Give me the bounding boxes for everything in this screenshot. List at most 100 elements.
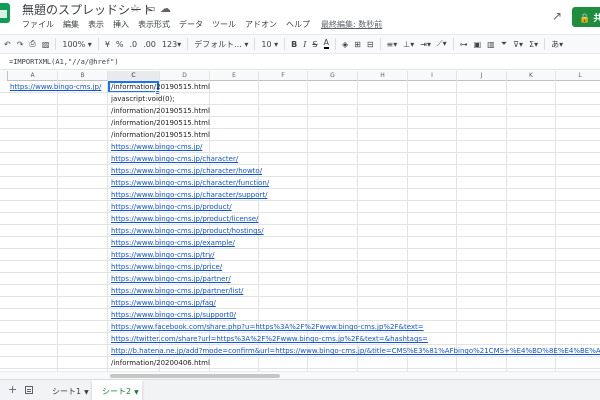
column-header-row: ABCDEFGHIJKL <box>0 71 600 81</box>
cell-c18[interactable]: https://www.bingo-cms.jp/partner/list/ <box>111 285 243 297</box>
row-gridline <box>0 200 600 201</box>
bold-button[interactable]: B <box>291 40 297 49</box>
formula-input[interactable]: =IMPORTXML(A1,"//a/@href") <box>9 58 119 66</box>
vertical-align-icon[interactable]: ⊥▾ <box>403 40 414 49</box>
paint-format-icon[interactable]: ▨ <box>42 40 50 49</box>
menu-edit[interactable]: 編集 <box>63 19 79 33</box>
formula-bar[interactable]: =IMPORTXML(A1,"//a/@href") <box>0 55 600 70</box>
currency-button[interactable]: ¥ <box>105 40 110 49</box>
column-header-l[interactable]: L <box>556 71 600 81</box>
font-size-select[interactable]: 10 ▾ <box>261 40 278 49</box>
tab-sheet2[interactable]: シート2 ▼ <box>92 380 142 400</box>
menu-view[interactable]: 表示 <box>88 19 104 33</box>
last-edit-link[interactable]: 最終編集: 数秒前 <box>321 19 382 33</box>
menu-file[interactable]: ファイル <box>22 19 54 33</box>
column-header-d[interactable]: D <box>160 71 210 81</box>
font-select[interactable]: デフォルト... ▾ <box>194 39 248 50</box>
spreadsheet-grid[interactable]: ABCDEFGHIJKL https://www.bingo-cms.jp//i… <box>0 71 600 371</box>
column-header-c[interactable]: C <box>108 71 160 81</box>
row-gridline <box>0 176 600 177</box>
column-header-h[interactable]: H <box>358 71 408 81</box>
print-icon[interactable]: ⎙ <box>29 39 35 49</box>
cell-c9[interactable]: https://www.bingo-cms.jp/character/funct… <box>111 177 269 189</box>
cell-c14[interactable]: https://www.bingo-cms.jp/example/ <box>111 237 235 249</box>
menu-insert[interactable]: 挿入 <box>113 19 129 33</box>
menu-format[interactable]: 表示形式 <box>138 19 170 33</box>
cell-c15[interactable]: https://www.bingo-cms.jp/try/ <box>111 249 214 261</box>
scrollbar-thumb[interactable] <box>110 374 280 378</box>
menu-help[interactable]: ヘルプ <box>286 19 310 33</box>
cell-a1[interactable]: https://www.bingo-cms.jp/ <box>10 81 101 93</box>
text-rotate-icon[interactable]: ⟋▾ <box>437 39 447 49</box>
decimal-decrease-button[interactable]: .0 <box>130 40 138 49</box>
menu-tools[interactable]: ツール <box>212 19 236 33</box>
insert-comment-icon[interactable]: ▣ <box>474 40 482 49</box>
cell-c16[interactable]: https://www.bingo-cms.jp/price/ <box>111 261 222 273</box>
more-formats-button[interactable]: 123▾ <box>162 40 181 49</box>
cell-c12[interactable]: https://www.bingo-cms.jp/product/license… <box>111 213 258 225</box>
column-header-k[interactable]: K <box>507 71 556 81</box>
text-wrap-icon[interactable]: ⇥▾ <box>420 40 431 49</box>
column-header-b[interactable]: B <box>58 71 108 81</box>
cell-c17[interactable]: https://www.bingo-cms.jp/partner/ <box>111 273 231 285</box>
undo-icon[interactable]: ↶ <box>4 40 11 49</box>
cell-c22[interactable]: https://twitter.com/share?url=https%3A%2… <box>111 333 428 345</box>
cell-c4[interactable]: /information/20190515.html <box>111 117 210 129</box>
functions-button[interactable]: Σ▾ <box>529 40 538 49</box>
cell-c8[interactable]: https://www.bingo-cms.jp/character/howto… <box>111 165 262 177</box>
text-color-button[interactable]: A <box>323 39 329 49</box>
cell-c11[interactable]: https://www.bingo-cms.jp/product/ <box>111 201 232 213</box>
horizontal-align-icon[interactable]: ≡▾ <box>387 40 398 49</box>
cell-c5[interactable]: /information/20190515.html <box>111 129 210 141</box>
folder-icon[interactable]: ▭ <box>145 2 155 15</box>
cell-c3[interactable]: /information/20190515.html <box>111 105 210 117</box>
cell-c13[interactable]: https://www.bingo-cms.jp/product/hosting… <box>111 225 264 237</box>
menu-data[interactable]: データ <box>179 19 203 33</box>
cell-c23[interactable]: http://b.hatena.ne.jp/add?mode=confirm&u… <box>111 345 600 357</box>
italic-button[interactable]: I <box>303 40 306 49</box>
horizontal-scrollbar[interactable] <box>0 371 600 379</box>
fill-color-icon[interactable]: ◈ <box>342 40 348 49</box>
toolbar-divider <box>187 38 189 50</box>
column-header-g[interactable]: G <box>308 71 358 81</box>
decimal-increase-button[interactable]: .00 <box>143 40 156 49</box>
redo-icon[interactable]: ↷ <box>17 40 24 49</box>
select-all-corner[interactable] <box>0 71 8 81</box>
cell-c21[interactable]: https://www.facebook.com/share.php?u=htt… <box>111 321 424 333</box>
cell-c10[interactable]: https://www.bingo-cms.jp/character/suppo… <box>111 189 267 201</box>
column-header-e[interactable]: E <box>210 71 259 81</box>
borders-icon[interactable]: ⊞ <box>354 40 361 49</box>
strikethrough-button[interactable]: S <box>312 40 317 49</box>
add-sheet-icon[interactable]: + <box>8 383 17 396</box>
tab-sheet1[interactable]: シート1 ▼ <box>42 380 92 400</box>
column-header-f[interactable]: F <box>259 71 308 81</box>
star-icon[interactable]: ☆ <box>130 2 140 15</box>
percent-button[interactable]: % <box>116 40 124 49</box>
insert-link-icon[interactable]: ⊶ <box>460 40 468 49</box>
cell-c7[interactable]: https://www.bingo-cms.jp/character/ <box>111 153 238 165</box>
cell-c20[interactable]: https://www.bingo-cms.jp/support0/ <box>111 309 236 321</box>
column-header-a[interactable]: A <box>8 71 58 81</box>
toolbar-divider <box>544 38 546 50</box>
merge-cells-icon[interactable]: ⊟ <box>367 40 374 49</box>
all-sheets-icon[interactable] <box>25 386 33 394</box>
cell-area[interactable]: https://www.bingo-cms.jp//information/20… <box>0 81 600 371</box>
cell-c6[interactable]: https://www.bingo-cms.jp/ <box>111 141 202 153</box>
column-header-i[interactable]: I <box>408 71 457 81</box>
input-tools-button[interactable]: あ▾ <box>551 39 563 50</box>
cell-c1[interactable]: /information/20190515.html <box>111 81 210 93</box>
insert-chart-icon[interactable]: ▥ <box>487 40 495 49</box>
zoom-select[interactable]: 100% ▾ <box>62 40 91 49</box>
cloud-icon[interactable]: ☁ <box>160 2 171 15</box>
menu-addons[interactable]: アドオン <box>245 19 277 33</box>
cell-c19[interactable]: https://www.bingo-cms.jp/faq/ <box>111 297 216 309</box>
sheet-tab-bar: + シート1 ▼ シート2 ▼ <box>0 379 600 400</box>
sheets-logo-icon[interactable] <box>0 3 10 23</box>
filter-icon[interactable]: ⏷ <box>501 39 507 49</box>
activity-trend-icon[interactable]: ↗ <box>552 9 562 23</box>
cell-c24[interactable]: /information/20200406.html <box>111 357 210 369</box>
column-header-j[interactable]: J <box>457 71 507 81</box>
share-button[interactable]: 🔒 共有 <box>572 7 600 27</box>
filter-views-icon[interactable]: ⊽▾ <box>513 40 523 49</box>
cell-c2[interactable]: javascript:void(0); <box>111 93 175 105</box>
